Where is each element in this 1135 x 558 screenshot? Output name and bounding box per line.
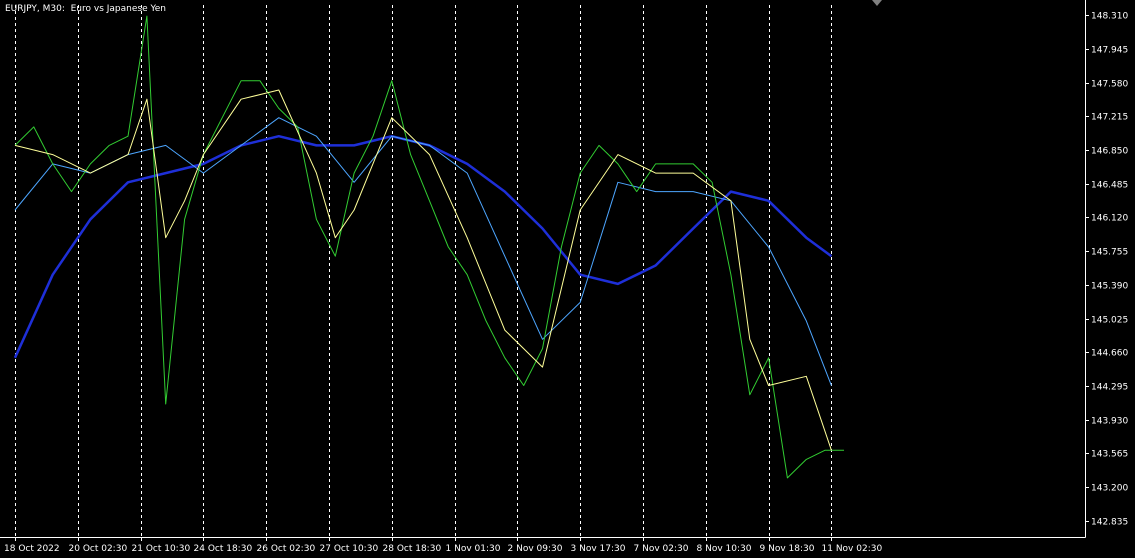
x-tick-label: 26 Oct 02:30: [257, 544, 316, 554]
x-tick-label: 8 Nov 10:30: [697, 544, 752, 554]
x-tick-label: 21 Oct 10:30: [132, 544, 191, 554]
chart-window[interactable]: 148.310 147.945 147.580 147.215 146.850 146.4…: [0, 0, 1135, 558]
x-tick-label: 28 Oct 18:30: [383, 544, 442, 554]
y-tick-label: 147.580: [1091, 80, 1128, 90]
x-tick-label: 7 Nov 02:30: [634, 544, 689, 554]
y-tick-label: 147.215: [1091, 113, 1128, 123]
price-chart[interactable]: 148.310 147.945 147.580 147.215 146.850 146.4…: [0, 0, 1135, 558]
x-tick-label: 27 Oct 10:30: [320, 544, 379, 554]
y-tick-label: 143.930: [1091, 417, 1128, 427]
y-tick-label: 148.310: [1091, 12, 1128, 22]
y-tick-label: 144.660: [1091, 349, 1128, 359]
y-tick-label: 146.485: [1091, 181, 1128, 191]
x-tick-label: 3 Nov 17:30: [571, 544, 626, 554]
y-tick-label: 143.200: [1091, 484, 1128, 494]
x-tick-label: 24 Oct 18:30: [194, 544, 253, 554]
y-tick-label: 145.025: [1091, 316, 1128, 326]
x-tick-label: 9 Nov 18:30: [760, 544, 815, 554]
y-tick-label: 147.945: [1091, 46, 1128, 56]
y-tick-label: 144.295: [1091, 383, 1128, 393]
x-tick-label: 1 Nov 01:30: [446, 544, 501, 554]
y-tick-label: 143.565: [1091, 450, 1128, 460]
y-tick-label: 142.835: [1091, 518, 1128, 528]
chart-title: EURJPY, M30: Euro vs Japanese Yen: [5, 4, 167, 14]
y-tick-label: 146.120: [1091, 214, 1128, 224]
y-tick-label: 145.755: [1091, 248, 1128, 258]
y-tick-label: 145.390: [1091, 282, 1128, 292]
x-tick-label: 11 Nov 02:30: [822, 544, 883, 554]
x-tick-label: 20 Oct 02:30: [69, 544, 128, 554]
x-tick-label: 2 Nov 09:30: [508, 544, 563, 554]
x-tick-label: 18 Oct 2022: [4, 544, 60, 554]
y-tick-label: 146.850: [1091, 147, 1128, 157]
